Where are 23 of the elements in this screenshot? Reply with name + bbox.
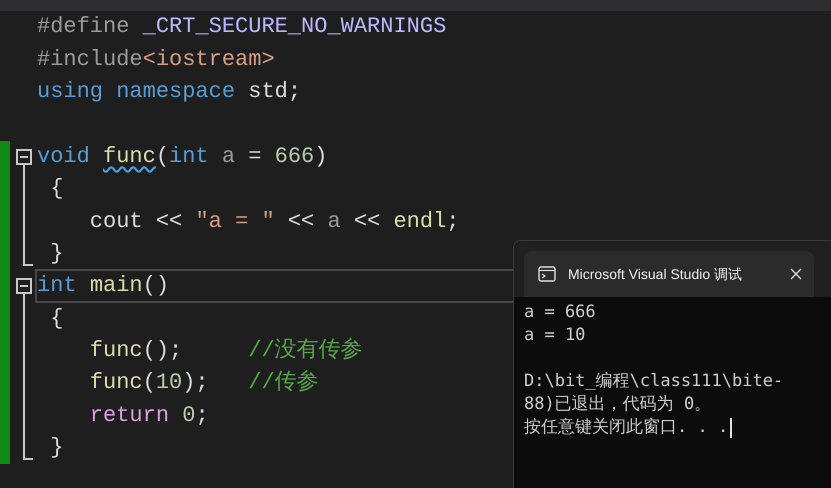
collapse-toggle[interactable] bbox=[16, 148, 32, 165]
terminal-icon bbox=[538, 266, 556, 282]
code-line: func(); //没有传参 bbox=[88, 337, 363, 366]
code-line: { bbox=[49, 175, 64, 204]
close-icon[interactable] bbox=[790, 268, 802, 280]
code-line: { bbox=[49, 304, 64, 333]
text-cursor bbox=[730, 418, 732, 438]
console-output-line: 按任意键关闭此窗口. . . bbox=[524, 416, 728, 439]
code-line: } bbox=[49, 240, 64, 268]
collapse-toggle[interactable] bbox=[16, 278, 32, 294]
console-output-line: D:\bit_编程\class111\bite- bbox=[524, 370, 784, 393]
code-line: func(10); //传参 bbox=[88, 369, 319, 398]
console-output-line: a = 10 bbox=[524, 324, 586, 347]
code-line: } bbox=[49, 434, 64, 462]
console-output-line: a = 666 bbox=[524, 301, 596, 324]
code-line: return 0; bbox=[88, 402, 209, 430]
code-line: #include<iostream> bbox=[37, 46, 275, 74]
code-line: #define _CRT_SECURE_NO_WARNINGS bbox=[37, 13, 446, 42]
code-line: void func(int a = 666) bbox=[37, 142, 328, 171]
code-line: cout << "a = " << a << endl; bbox=[88, 208, 460, 236]
console-output-line: 88)已退出，代码为 0。 bbox=[524, 393, 712, 416]
code-line: using namespace std; bbox=[37, 78, 302, 106]
console-tab[interactable]: Microsoft Visual Studio 调试 bbox=[524, 251, 814, 297]
